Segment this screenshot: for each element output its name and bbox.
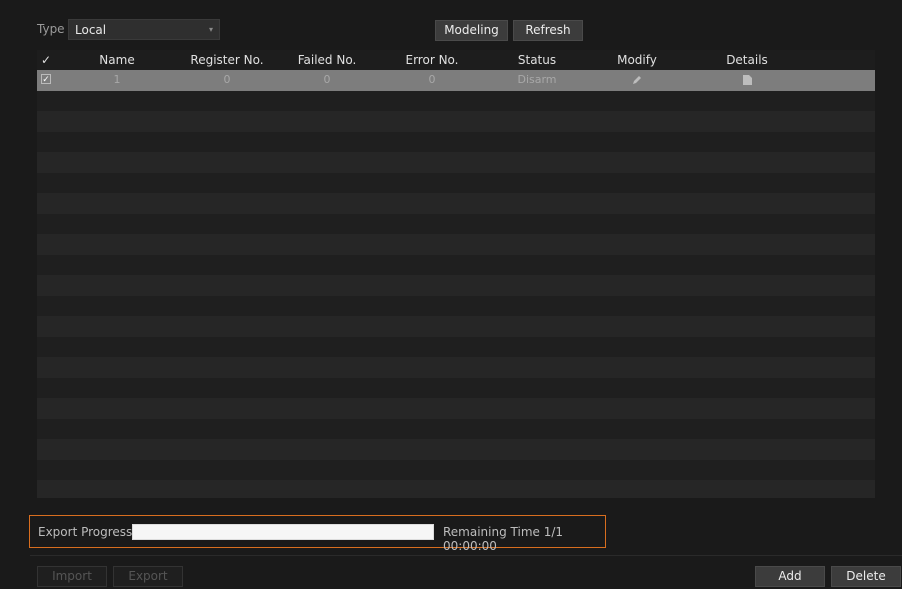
col-register-no: Register No. [190,53,264,67]
table-row [37,254,875,275]
face-model-table: ✓ Name Register No. Failed No. Error No.… [37,50,875,498]
table-row [37,234,875,255]
table-row [37,418,875,439]
table-row [37,152,875,173]
table-header: ✓ Name Register No. Failed No. Error No.… [37,50,875,70]
table-row [37,459,875,480]
chevron-down-icon: ▾ [208,25,213,34]
table-row [37,439,875,460]
table-row [37,480,875,498]
export-progress-panel: Export Progress Remaining Time 1/1 00:00… [29,515,606,553]
col-failed-no: Failed No. [297,53,357,67]
type-select-value: Local [75,23,107,37]
col-details: Details [726,53,768,67]
delete-button[interactable]: Delete [831,566,901,587]
table-row [37,213,875,234]
col-error-no: Error No. [405,53,459,67]
col-modify: Modify [617,53,657,67]
export-progress-label: Export Progress [38,525,133,539]
table-row [37,111,875,132]
select-all-checkbox[interactable]: ✓ [37,50,55,70]
cell-failed: 0 [323,73,331,86]
col-name: Name [99,53,135,67]
refresh-button[interactable]: Refresh [513,20,583,41]
table-row [37,316,875,337]
remaining-time: Remaining Time 1/1 00:00:00 [443,525,564,553]
table-row [37,172,875,193]
table-row[interactable]: ✓ 1 0 0 0 Disarm [37,70,875,91]
row-checkbox[interactable]: ✓ [41,74,51,85]
table-row [37,90,875,111]
edit-icon[interactable] [597,70,677,90]
table-row [37,193,875,214]
import-button[interactable]: Import [37,566,107,587]
table-row [37,398,875,419]
col-status: Status [517,53,557,67]
divider [30,555,902,556]
table-row [37,336,875,357]
table-body: ✓ 1 0 0 0 Disarm [37,70,875,498]
export-progress-bar [132,524,434,540]
cell-register: 0 [223,73,231,86]
cell-error: 0 [428,73,436,86]
cell-name: 1 [113,73,121,86]
type-select[interactable]: Local ▾ [68,19,220,40]
add-button[interactable]: Add [755,566,825,587]
document-icon[interactable] [707,70,787,90]
type-label: Type [37,22,65,36]
table-row [37,357,875,378]
cell-status: Disarm [517,73,557,86]
table-row [37,275,875,296]
export-progress-fill [133,525,433,539]
table-row [37,377,875,398]
table-row [37,295,875,316]
modeling-button[interactable]: Modeling [435,20,508,41]
export-button[interactable]: Export [113,566,183,587]
table-row [37,131,875,152]
